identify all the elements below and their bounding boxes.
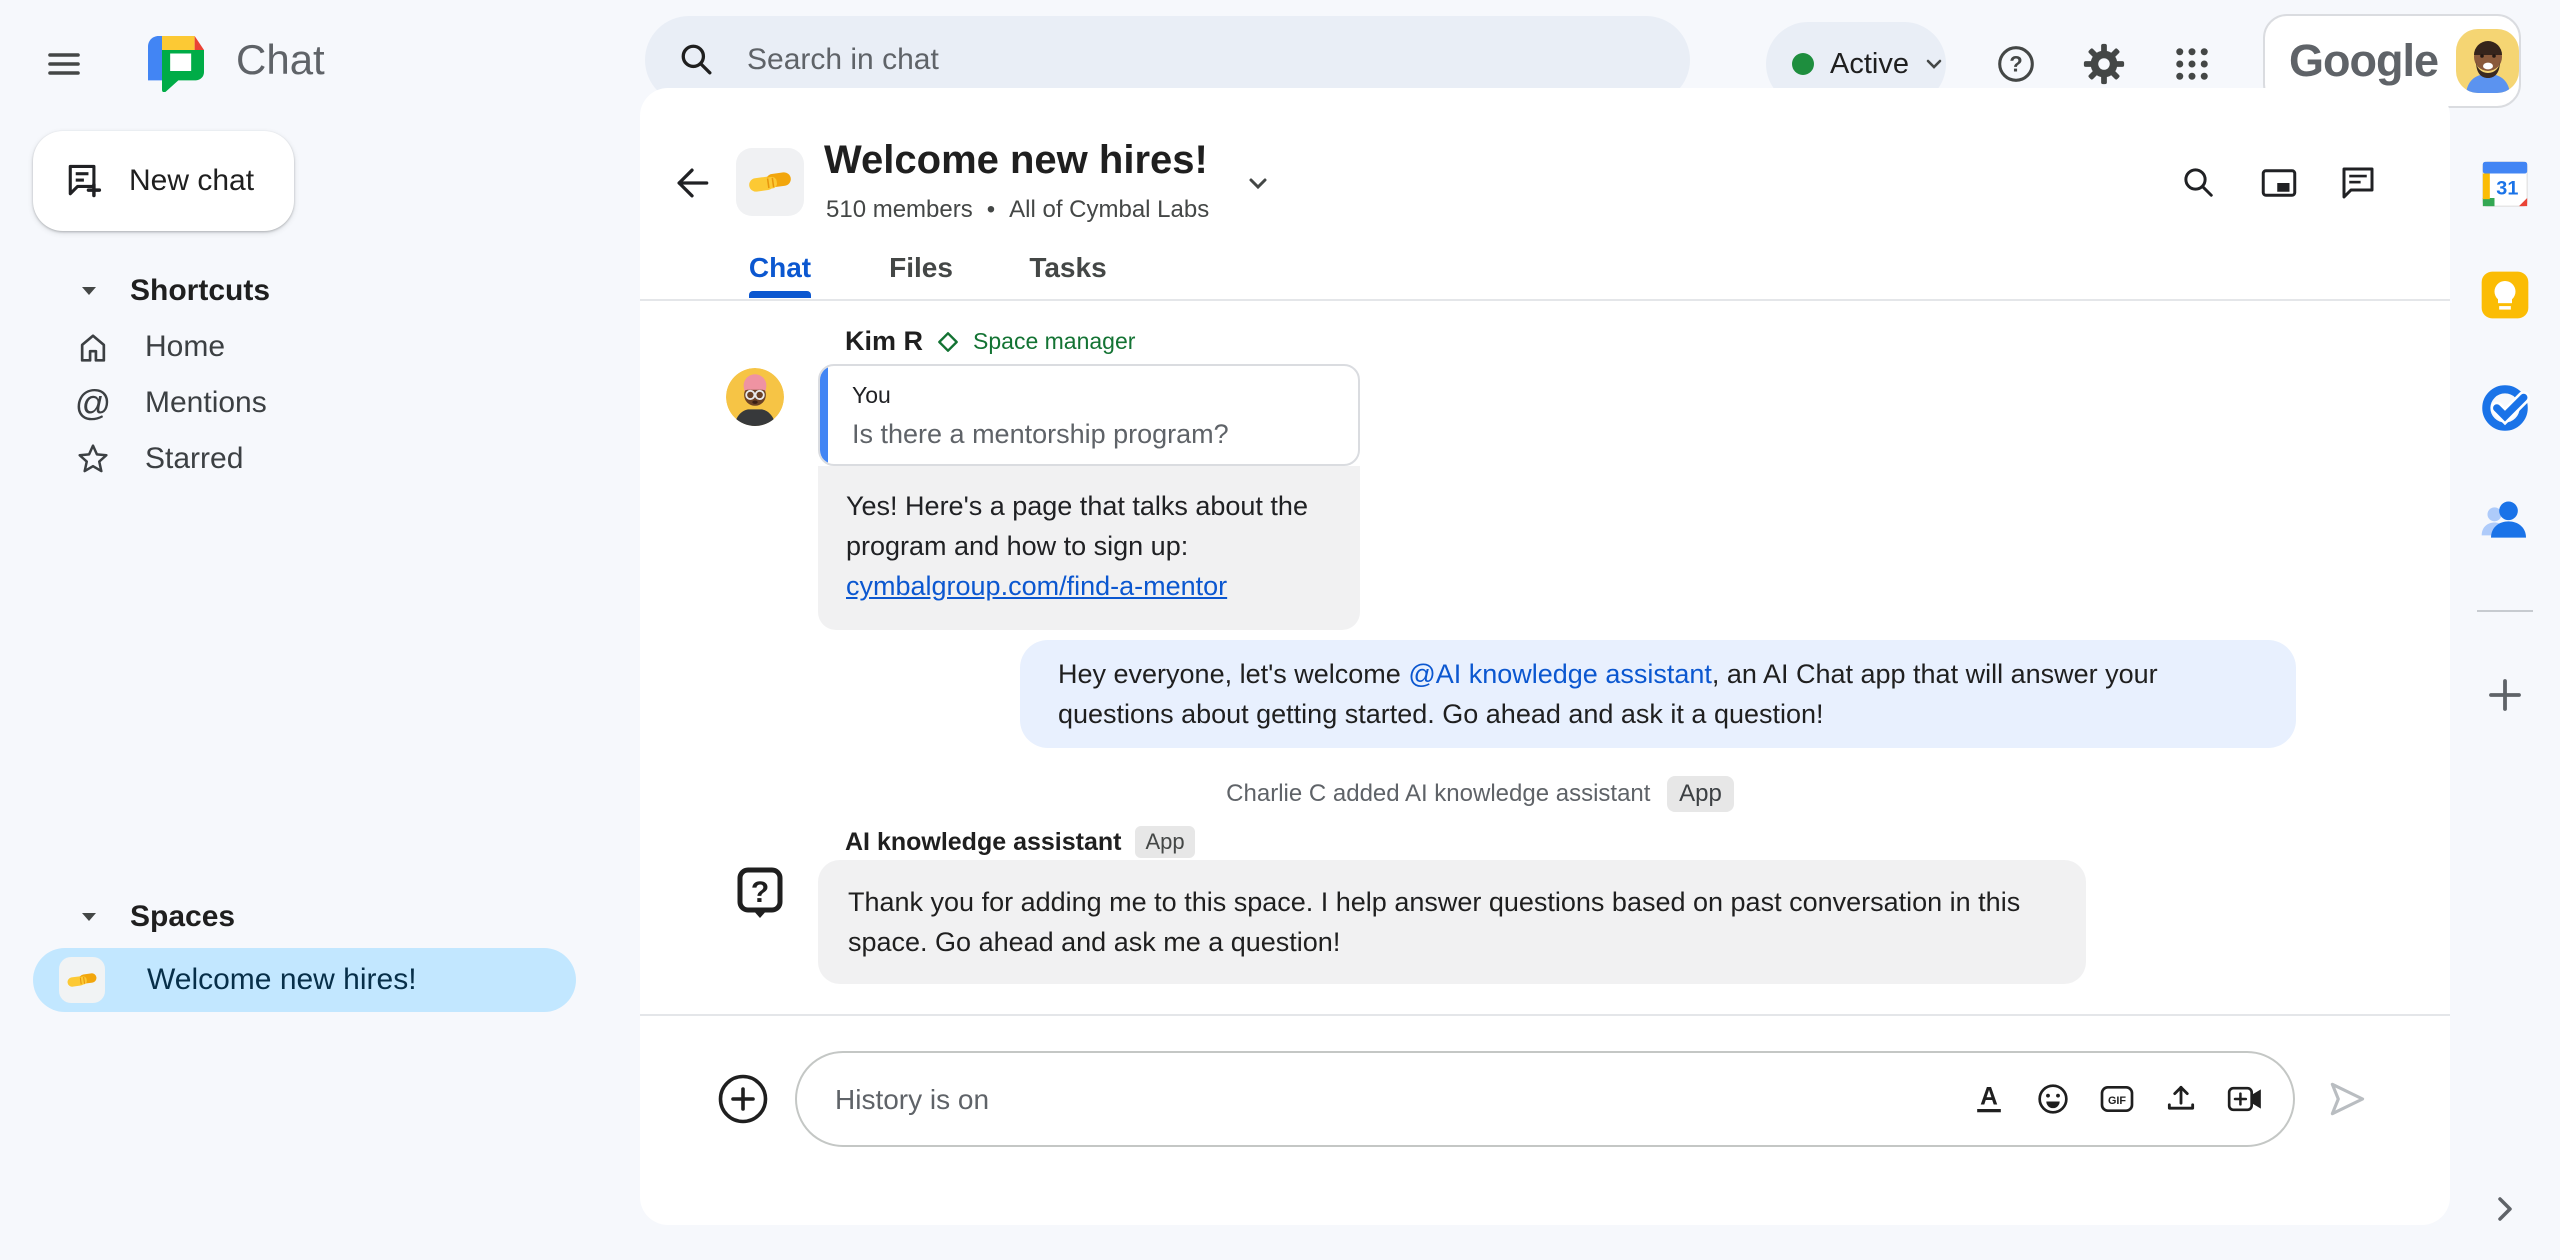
search-in-space-icon[interactable] — [2175, 159, 2223, 207]
text-format-icon[interactable]: A — [1967, 1077, 2011, 1121]
tab-files[interactable]: Files — [861, 238, 981, 298]
home-icon — [71, 325, 115, 369]
google-chat-logo-icon — [148, 36, 204, 92]
calendar-day-number: 31 — [2496, 178, 2518, 200]
status-active-dot — [1792, 53, 1814, 75]
new-chat-label: New chat — [129, 164, 255, 197]
threads-chat-icon[interactable] — [2334, 159, 2382, 207]
message-author-row: AI knowledge assistant App — [845, 826, 1195, 858]
mentions-at-icon: @ — [74, 382, 112, 423]
avatar — [726, 368, 784, 426]
ai-assistant-avatar-icon: ? — [728, 864, 792, 928]
spaces-section-header[interactable]: Spaces — [0, 889, 640, 945]
expander-triangle-icon — [78, 906, 100, 928]
tab-tasks[interactable]: Tasks — [1008, 238, 1128, 298]
question-mark-glyph: ? — [751, 876, 769, 909]
chat-main-panel: Welcome new hires! 510 members • All of … — [640, 88, 2450, 1225]
left-sidebar: New chat Shortcuts Home @ Mentions Starr… — [0, 128, 640, 1260]
chevron-down-icon — [1923, 53, 1945, 75]
system-text: Charlie C added AI knowledge assistant — [1226, 780, 1651, 807]
apps-grid-icon[interactable] — [2168, 40, 2216, 88]
message-author-row: Kim R Space manager — [845, 326, 1135, 357]
emoji-icon[interactable] — [2031, 1077, 2075, 1121]
star-icon — [71, 437, 115, 481]
collapse-panel-chevron-icon[interactable] — [2481, 1185, 2529, 1233]
search-input[interactable] — [745, 42, 1609, 78]
calendar-icon[interactable]: 31 — [2475, 154, 2535, 214]
message-bubble: Yes! Here's a page that talks about the … — [818, 466, 1360, 630]
message-text: Hey everyone, let's welcome — [1058, 659, 1409, 689]
space-menu-chevron-icon[interactable] — [1244, 170, 1272, 198]
mentions-label: Mentions — [145, 386, 267, 419]
keep-icon[interactable] — [2475, 265, 2535, 325]
quoted-message-card[interactable]: You Is there a mentorship program? — [818, 364, 1360, 466]
tab-chat[interactable]: Chat — [720, 238, 840, 298]
message-compose-field[interactable]: A GIF — [795, 1051, 2295, 1147]
new-chat-icon — [63, 161, 103, 201]
handshake-emoji-icon — [59, 957, 105, 1003]
system-message: Charlie C added AI knowledge assistant A… — [640, 776, 2320, 812]
compose-toolbar: A GIF — [1967, 1077, 2267, 1121]
expander-triangle-icon — [78, 280, 100, 302]
active-tab-indicator — [749, 291, 811, 298]
app-title: Chat — [236, 36, 325, 83]
header-divider — [640, 299, 2450, 301]
sidebar-item-mentions[interactable]: @ Mentions — [0, 375, 640, 431]
sidebar-item-home[interactable]: Home — [0, 319, 640, 375]
app-badge: App — [1135, 826, 1195, 858]
settings-gear-icon[interactable] — [2080, 40, 2128, 88]
back-arrow-icon[interactable] — [668, 159, 716, 207]
main-menu-icon[interactable] — [40, 40, 88, 88]
tasks-icon[interactable] — [2475, 378, 2535, 438]
gif-icon[interactable]: GIF — [2095, 1077, 2139, 1121]
new-chat-button[interactable]: New chat — [33, 131, 294, 231]
space-item-label: Welcome new hires! — [147, 963, 417, 996]
compose-plus-icon[interactable] — [717, 1073, 769, 1125]
subtitle-separator: • — [986, 196, 996, 223]
author-name: AI knowledge assistant — [845, 827, 1122, 856]
google-wordmark: Google — [2289, 35, 2439, 86]
home-label: Home — [145, 330, 226, 363]
author-role: Space manager — [973, 328, 1136, 354]
space-title[interactable]: Welcome new hires! — [824, 138, 1208, 183]
mention-link[interactable]: @AI knowledge assistant — [1408, 659, 1712, 689]
space-manager-diamond-icon — [937, 331, 959, 353]
shortcuts-label: Shortcuts — [130, 274, 271, 307]
svg-text:A: A — [1980, 1083, 1998, 1110]
send-message-icon[interactable] — [2325, 1077, 2369, 1121]
space-avatar-handshake-icon — [736, 148, 804, 216]
mentor-link[interactable]: cymbalgroup.com/find-a-mentor — [846, 571, 1227, 601]
quote-text: Is there a mentorship program? — [852, 419, 1229, 449]
search-icon — [675, 38, 719, 82]
upload-icon[interactable] — [2159, 1077, 2203, 1121]
spaces-label: Spaces — [130, 900, 236, 933]
app-badge: App — [1667, 776, 1734, 812]
sidebar-item-starred[interactable]: Starred — [0, 431, 640, 487]
space-org: All of Cymbal Labs — [1009, 196, 1210, 223]
quote-author: You — [852, 382, 891, 408]
status-label: Active — [1830, 47, 1909, 80]
companion-sidebar: 31 — [2450, 128, 2560, 1260]
compose-divider — [640, 1014, 2450, 1016]
help-glyph: ? — [2009, 52, 2022, 77]
picture-in-picture-icon[interactable] — [2255, 159, 2303, 207]
contacts-icon[interactable] — [2475, 489, 2535, 549]
message-with-quote: You Is there a mentorship program? Yes! … — [818, 364, 1360, 630]
own-message-bubble: Hey everyone, let's welcome @AI knowledg… — [1020, 640, 2296, 748]
starred-label: Starred — [145, 442, 244, 475]
help-icon[interactable]: ? — [1992, 40, 2040, 88]
sidebar-divider — [2477, 610, 2533, 612]
compose-input[interactable] — [833, 1053, 1937, 1147]
gif-label: GIF — [2108, 1095, 2126, 1107]
message-text: Yes! Here's a page that talks about the … — [846, 491, 1308, 561]
member-count[interactable]: 510 members — [826, 196, 973, 224]
author-name: Kim R — [845, 326, 924, 356]
user-avatar — [2456, 29, 2519, 93]
add-app-plus-icon[interactable] — [2475, 665, 2535, 725]
sidebar-space-welcome-new-hires[interactable]: Welcome new hires! — [33, 948, 576, 1012]
message-bubble: Thank you for adding me to this space. I… — [818, 860, 2086, 984]
space-subtitle: 510 members • All of Cymbal Labs — [826, 196, 1209, 224]
video-meeting-icon[interactable] — [2223, 1077, 2267, 1121]
shortcuts-section-header[interactable]: Shortcuts — [0, 263, 640, 319]
